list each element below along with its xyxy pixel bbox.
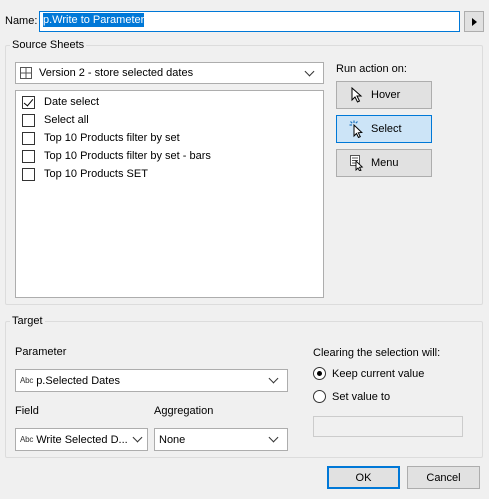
field-dropdown[interactable]: Abc Write Selected D...	[15, 428, 148, 451]
aggregation-label: Aggregation	[154, 405, 214, 417]
name-insert-button[interactable]	[464, 11, 484, 32]
run-action-title: Run action on:	[336, 63, 407, 75]
hover-button-label: Hover	[371, 89, 401, 101]
ok-button-label: OK	[355, 471, 372, 484]
checkbox-date-select[interactable]	[22, 95, 35, 109]
keep-current-value-option[interactable]: Keep current value	[313, 367, 424, 380]
target-title: Target	[10, 315, 45, 327]
click-cursor-icon	[349, 120, 363, 138]
data-source-value: Version 2 - store selected dates	[39, 67, 194, 79]
checkbox-top10-filter-by-set-bars[interactable]	[22, 149, 35, 163]
list-item[interactable]: Top 10 Products filter by set - bars	[22, 148, 211, 164]
list-item-label: Top 10 Products SET	[44, 168, 148, 180]
aggregation-value: None	[159, 433, 186, 446]
list-item[interactable]: Top 10 Products filter by set	[22, 130, 180, 146]
list-item-label: Top 10 Products filter by set	[44, 132, 180, 144]
list-item-label: Date select	[44, 96, 100, 108]
field-label: Field	[15, 405, 39, 417]
checkbox-select-all[interactable]	[22, 113, 35, 127]
clearing-title: Clearing the selection will:	[313, 347, 441, 359]
name-input-value: p.Write to Parameter	[43, 13, 145, 27]
set-value-to-option[interactable]: Set value to	[313, 390, 390, 403]
cursor-arrow-icon	[351, 87, 363, 103]
chevron-down-icon	[132, 432, 143, 443]
set-value-input	[313, 416, 463, 437]
abc-type-icon: Abc	[20, 435, 34, 444]
source-sheets-list: Date select Select all Top 10 Products f…	[15, 90, 324, 298]
data-source-dropdown[interactable]: Version 2 - store selected dates	[15, 62, 324, 84]
name-input[interactable]: p.Write to Parameter	[39, 11, 460, 32]
menu-button[interactable]: Menu	[336, 149, 432, 177]
list-item[interactable]: Top 10 Products SET	[22, 166, 148, 182]
list-item[interactable]: Date select	[22, 94, 99, 110]
list-item[interactable]: Select all	[22, 112, 89, 128]
abc-type-icon: Abc	[20, 376, 34, 385]
name-label: Name:	[5, 15, 38, 27]
select-button[interactable]: Select	[336, 115, 432, 143]
chevron-down-icon	[268, 432, 279, 443]
data-source-icon	[20, 67, 32, 79]
parameter-value: p.Selected Dates	[36, 374, 120, 387]
aggregation-dropdown[interactable]: None	[154, 428, 288, 451]
ok-button[interactable]: OK	[327, 466, 400, 489]
keep-current-value-label: Keep current value	[332, 367, 425, 380]
list-item-label: Select all	[44, 114, 89, 126]
parameter-label: Parameter	[15, 346, 67, 358]
cancel-button-label: Cancel	[426, 471, 461, 484]
list-item-label: Top 10 Products filter by set - bars	[44, 150, 211, 162]
source-sheets-title: Source Sheets	[10, 39, 87, 51]
cancel-button[interactable]: Cancel	[407, 466, 480, 489]
checkbox-top10-set[interactable]	[22, 167, 35, 181]
hover-button[interactable]: Hover	[336, 81, 432, 109]
set-value-to-label: Set value to	[332, 390, 391, 403]
menu-button-label: Menu	[371, 157, 399, 169]
chevron-down-icon	[304, 66, 315, 76]
checkbox-top10-filter-by-set[interactable]	[22, 131, 35, 145]
field-value: Write Selected D...	[36, 433, 128, 446]
select-button-label: Select	[371, 123, 402, 135]
chevron-down-icon	[268, 373, 279, 384]
parameter-dropdown[interactable]: Abc p.Selected Dates	[15, 369, 288, 392]
menu-cursor-icon	[350, 155, 364, 171]
triangle-right-icon	[471, 17, 477, 26]
keep-current-value-radio[interactable]	[313, 367, 326, 380]
set-value-to-radio[interactable]	[313, 390, 326, 403]
